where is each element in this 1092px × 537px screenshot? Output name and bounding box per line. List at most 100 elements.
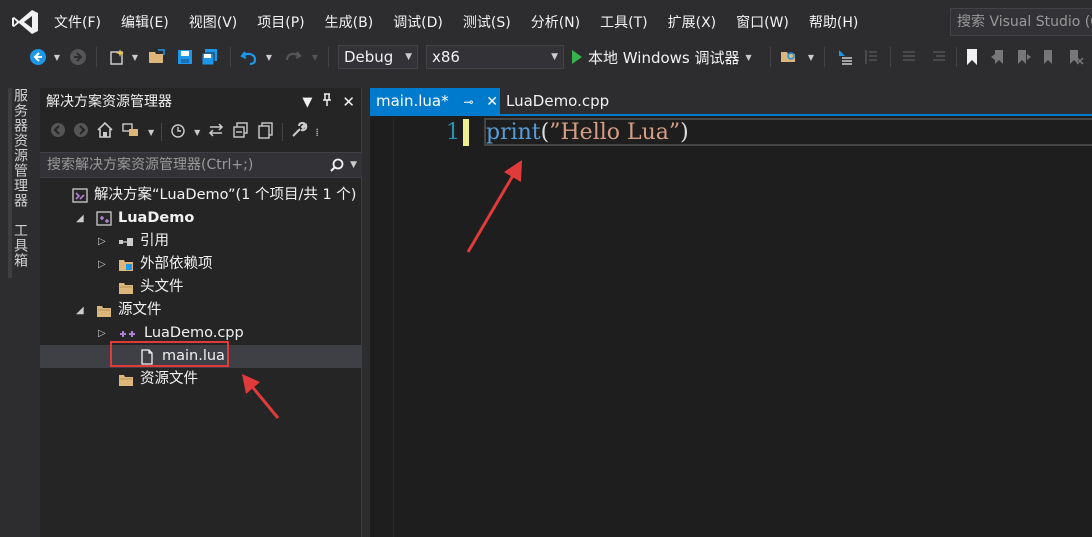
editor-gutter[interactable] bbox=[370, 118, 394, 537]
tab-label: main.lua* bbox=[376, 92, 449, 110]
collapsed-chevron-icon[interactable]: ▷ bbox=[98, 253, 106, 276]
properties-wrench-icon[interactable] bbox=[290, 121, 308, 143]
clear-bookmarks-icon[interactable] bbox=[1066, 46, 1086, 68]
switch-views-dropdown-icon[interactable]: ▼ bbox=[148, 128, 154, 137]
undo-icon[interactable] bbox=[238, 46, 260, 68]
find-dropdown-icon[interactable]: ▼ bbox=[806, 46, 816, 68]
tree-item-label: 头文件 bbox=[140, 279, 184, 295]
menu-item[interactable]: 窗口(W) bbox=[726, 0, 799, 44]
next-bookmark-icon[interactable] bbox=[1014, 46, 1034, 68]
toolbox-tab[interactable]: 工具箱 bbox=[10, 223, 30, 268]
code-line[interactable]: print(”Hello Lua”) bbox=[486, 119, 689, 147]
navigate-back-icon[interactable] bbox=[28, 46, 48, 68]
code-open-paren: ( bbox=[540, 120, 550, 145]
previous-bookmark-icon[interactable] bbox=[988, 46, 1008, 68]
open-file-icon[interactable] bbox=[146, 46, 168, 68]
filter-dropdown-icon[interactable]: ▼ bbox=[194, 128, 200, 137]
save-icon[interactable] bbox=[174, 46, 196, 68]
menu-item[interactable]: 生成(B) bbox=[315, 0, 384, 44]
step-into-icon[interactable] bbox=[834, 46, 856, 68]
new-project-icon[interactable] bbox=[106, 46, 128, 68]
menu-item[interactable]: 扩展(X) bbox=[658, 0, 727, 44]
tree-item[interactable]: 解决方案“LuaDemo”(1 个项目/共 1 个) bbox=[40, 184, 362, 207]
show-all-files-icon[interactable] bbox=[257, 121, 275, 143]
solution-icon bbox=[72, 188, 88, 203]
tab-close-icon[interactable]: ✕ bbox=[486, 94, 498, 110]
solution-explorer-search-input[interactable]: 搜索解决方案资源管理器(Ctrl+;) ▼ bbox=[40, 152, 362, 178]
redo-dropdown-icon[interactable]: ▼ bbox=[310, 46, 320, 68]
uncomment-lines-icon[interactable] bbox=[928, 46, 950, 68]
menu-item[interactable]: 分析(N) bbox=[521, 0, 590, 44]
navigate-forward-icon[interactable] bbox=[68, 46, 88, 68]
tree-item-label: 引用 bbox=[140, 233, 169, 249]
save-all-icon[interactable] bbox=[199, 46, 221, 68]
back-icon[interactable] bbox=[50, 122, 66, 142]
tree-item[interactable]: ▷ 外部依赖项 bbox=[40, 253, 362, 276]
pin-icon[interactable] bbox=[322, 93, 332, 111]
toggle-breakpoint-icon[interactable] bbox=[860, 46, 882, 68]
solution-platform-select[interactable]: x86 ▼ bbox=[426, 45, 564, 69]
search-icon[interactable] bbox=[330, 153, 344, 179]
redo-icon[interactable] bbox=[282, 46, 304, 68]
find-in-files-icon[interactable] bbox=[778, 46, 800, 68]
tree-item-label: 解决方案“LuaDemo”(1 个项目/共 1 个) bbox=[94, 187, 357, 203]
back-dropdown-icon[interactable]: ▼ bbox=[52, 46, 62, 68]
home-icon[interactable] bbox=[96, 121, 114, 143]
pending-changes-filter-icon[interactable] bbox=[169, 121, 187, 143]
new-dropdown-icon[interactable]: ▼ bbox=[130, 46, 140, 68]
document-tab-strip: main.lua* ⊸ ✕ LuaDemo.cpp bbox=[370, 88, 1092, 116]
menu-item[interactable]: 项目(P) bbox=[247, 0, 314, 44]
visual-studio-logo-icon[interactable] bbox=[10, 8, 40, 36]
more-icon[interactable]: ⁞ bbox=[315, 126, 319, 139]
comment-lines-icon[interactable] bbox=[898, 46, 920, 68]
standard-toolbar: ▼ ▼ ▼ ▼ Debug ▼ x86 ▼ 本地 Windows 调试器 ▼ ▼ bbox=[0, 44, 1092, 70]
code-keyword: print bbox=[486, 120, 541, 145]
close-panel-icon[interactable]: ✕ bbox=[342, 93, 355, 111]
tab-pin-icon[interactable]: ⊸ bbox=[463, 95, 473, 109]
window-position-dropdown-icon[interactable]: ▼ bbox=[302, 95, 312, 110]
menu-item[interactable]: 文件(F) bbox=[44, 0, 111, 44]
quick-launch-search-input[interactable]: 搜索 Visual Studio (Ctrl+Q) bbox=[950, 8, 1092, 36]
solution-configuration-select[interactable]: Debug ▼ bbox=[338, 45, 418, 69]
tree-item-label: 资源文件 bbox=[140, 371, 198, 387]
switch-views-icon[interactable] bbox=[121, 121, 141, 143]
collapsed-chevron-icon[interactable]: ▷ bbox=[98, 322, 106, 345]
next-bookmark-in-folder-icon[interactable] bbox=[1040, 46, 1060, 68]
platform-value: x86 bbox=[432, 48, 460, 66]
tree-item[interactable]: ◢ 源文件 bbox=[40, 299, 362, 322]
menu-item[interactable]: 帮助(H) bbox=[799, 0, 868, 44]
project-icon bbox=[96, 211, 112, 226]
collapsed-chevron-icon[interactable]: ▷ bbox=[98, 230, 106, 253]
left-tool-strip: 服务器资源管理器 工具箱 bbox=[0, 70, 40, 537]
forward-icon[interactable] bbox=[73, 122, 89, 142]
bookmark-icon[interactable] bbox=[962, 46, 982, 68]
collapse-all-icon[interactable] bbox=[232, 121, 250, 143]
code-close-paren: ) bbox=[680, 120, 689, 145]
solution-explorer-title: 解决方案资源管理器 bbox=[46, 94, 172, 110]
server-explorer-tab[interactable]: 服务器资源管理器 bbox=[10, 88, 30, 208]
start-debugging-button[interactable]: 本地 Windows 调试器 ▼ bbox=[572, 46, 752, 68]
menu-item[interactable]: 编辑(E) bbox=[111, 0, 179, 44]
menu-item[interactable]: 工具(T) bbox=[590, 0, 657, 44]
tree-item[interactable]: ▷ 引用 bbox=[40, 230, 362, 253]
menu-item[interactable]: 视图(V) bbox=[179, 0, 248, 44]
debug-target-dropdown-icon[interactable]: ▼ bbox=[746, 53, 752, 62]
undo-dropdown-icon[interactable]: ▼ bbox=[264, 46, 274, 68]
folder-icon bbox=[96, 303, 112, 318]
tree-item[interactable]: 头文件 bbox=[40, 276, 362, 299]
tab-main-lua[interactable]: main.lua* ⊸ ✕ bbox=[370, 88, 500, 114]
tree-item[interactable]: ◢ LuaDemo bbox=[40, 207, 362, 230]
tab-luademo-cpp[interactable]: LuaDemo.cpp bbox=[500, 88, 630, 114]
menu-bar: 文件(F) 编辑(E) 视图(V) 项目(P) 生成(B) 调试(D) 测试(S) 分析(N)… bbox=[0, 0, 1092, 44]
menu-item[interactable]: 测试(S) bbox=[453, 0, 521, 44]
search-options-dropdown-icon[interactable]: ▼ bbox=[350, 153, 357, 177]
tree-item-label: 源文件 bbox=[118, 302, 162, 318]
sync-with-active-document-icon[interactable] bbox=[207, 121, 225, 143]
annotation-arrow-code bbox=[466, 160, 522, 253]
expanded-chevron-icon[interactable]: ◢ bbox=[76, 207, 84, 230]
tree-item[interactable]: 资源文件 bbox=[40, 368, 362, 391]
menu-item[interactable]: 调试(D) bbox=[383, 0, 453, 44]
solution-explorer-title-actions: ▼ ✕ bbox=[302, 88, 355, 116]
configuration-value: Debug bbox=[344, 48, 394, 66]
expanded-chevron-icon[interactable]: ◢ bbox=[76, 299, 84, 322]
